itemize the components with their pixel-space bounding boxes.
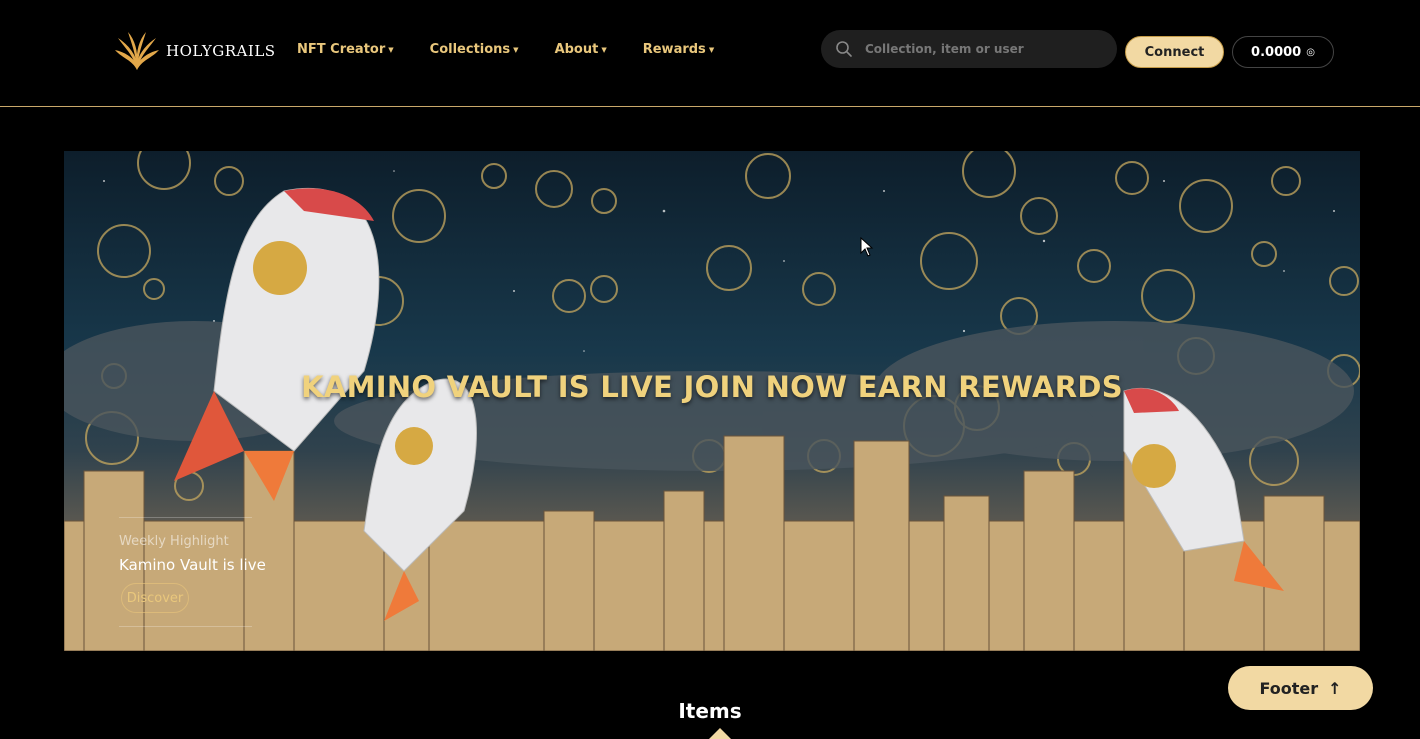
banner-headline: KAMINO VAULT IS LIVE JOIN NOW EARN REWAR…: [301, 370, 1123, 404]
search-bar: [821, 30, 1117, 68]
nav-item-nft-creator[interactable]: NFT Creator ▼: [297, 42, 394, 57]
items-heading: Items: [678, 699, 742, 723]
site-header: HOLYGRAILS NFT Creator ▼ Collections ▼ A…: [0, 0, 1420, 107]
items-tab-indicator: [709, 728, 731, 739]
caret-down-icon: ▼: [601, 45, 607, 54]
nav-item-rewards[interactable]: Rewards ▼: [643, 42, 714, 57]
connect-button[interactable]: Connect: [1125, 36, 1224, 68]
search-input[interactable]: [865, 42, 1105, 56]
search-icon: [836, 41, 852, 57]
caret-down-icon: ▼: [388, 45, 394, 54]
balance-value: 0.0000: [1251, 44, 1302, 60]
nav-item-collections[interactable]: Collections ▼: [430, 42, 519, 57]
nav-item-about[interactable]: About ▼: [555, 42, 607, 57]
discover-button[interactable]: Discover: [121, 583, 189, 613]
footer-toggle-button[interactable]: Footer ↑: [1228, 666, 1373, 710]
logo[interactable]: HOLYGRAILS: [112, 30, 276, 72]
arrow-up-icon: ↑: [1328, 678, 1342, 698]
nav-item-label: Collections: [429, 42, 511, 57]
sol-icon: ◎: [1306, 46, 1315, 58]
weekly-highlight-card: Weekly Highlight Kamino Vault is live Di…: [119, 517, 266, 627]
wings-logo-icon: [115, 32, 159, 70]
main-nav: NFT Creator ▼ Collections ▼ About ▼ Rewa…: [297, 42, 750, 57]
hero-banner[interactable]: KAMINO VAULT IS LIVE JOIN NOW EARN REWAR…: [64, 151, 1360, 651]
brand-name: HOLYGRAILS: [166, 42, 276, 60]
nav-item-label: About: [554, 42, 599, 57]
mouse-cursor-icon: [860, 237, 874, 257]
highlight-title: Kamino Vault is live: [119, 556, 266, 574]
footer-button-label: Footer: [1259, 678, 1319, 698]
caret-down-icon: ▼: [513, 45, 519, 54]
highlight-label: Weekly Highlight: [119, 534, 229, 549]
caret-down-icon: ▼: [708, 45, 715, 54]
nav-item-label: Rewards: [642, 42, 706, 57]
nav-item-label: NFT Creator: [297, 42, 386, 57]
wallet-balance[interactable]: 0.0000 ◎: [1232, 36, 1334, 68]
